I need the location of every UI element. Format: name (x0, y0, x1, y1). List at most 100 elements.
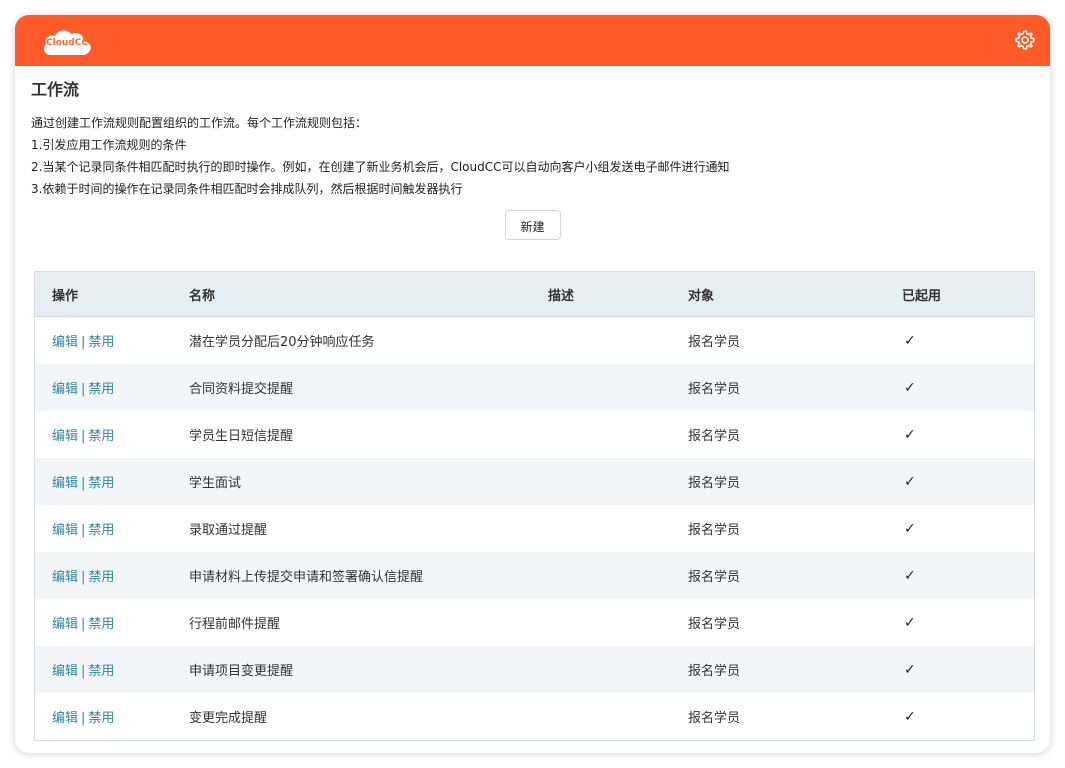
rule-object: 报名学员 (688, 382, 741, 397)
check-icon: ✓ (904, 426, 916, 443)
disable-link[interactable]: 禁用 (88, 382, 114, 397)
edit-link[interactable]: 编辑 (52, 617, 78, 632)
edit-link[interactable]: 编辑 (52, 476, 78, 491)
check-icon: ✓ (904, 614, 916, 631)
disable-link[interactable]: 禁用 (88, 570, 114, 585)
check-icon: ✓ (904, 708, 916, 725)
rule-object: 报名学员 (688, 476, 741, 491)
table-row: 编辑 | 禁用 录取通过提醒 报名学员 ✓ (35, 505, 1034, 552)
check-icon: ✓ (904, 661, 916, 678)
rule-object: 报名学员 (688, 617, 741, 632)
rule-object: 报名学员 (688, 664, 741, 679)
check-icon: ✓ (904, 473, 916, 490)
rule-name: 申请项目变更提醒 (189, 664, 294, 679)
column-header-actions[interactable]: 操作 (35, 285, 189, 304)
table-row: 编辑 | 禁用 学生面试 报名学员 ✓ (35, 458, 1034, 505)
disable-link[interactable]: 禁用 (88, 711, 114, 726)
cloudcc-logo[interactable]: CloudCC (41, 26, 93, 56)
description-item-2: 2.当某个记录同条件相匹配时执行的即时操作。例如，在创建了新业务机会后，Clou… (31, 160, 730, 174)
edit-link[interactable]: 编辑 (52, 523, 78, 538)
table-row: 编辑 | 禁用 行程前邮件提醒 报名学员 ✓ (35, 599, 1034, 646)
rule-enabled: ✓ (902, 333, 1034, 349)
action-separator: | (81, 382, 86, 397)
rule-object: 报名学员 (688, 570, 741, 585)
disable-link[interactable]: 禁用 (88, 664, 114, 679)
page-title: 工作流 (31, 80, 80, 99)
rule-object: 报名学员 (688, 335, 741, 350)
table-row: 编辑 | 禁用 申请材料上传提交申请和签署确认信提醒 报名学员 ✓ (35, 552, 1034, 599)
table-header: 操作 名称 描述 对象 已起用 (35, 272, 1034, 317)
description-intro: 通过创建工作流规则配置组织的工作流。每个工作流规则包括： (31, 116, 368, 130)
action-separator: | (81, 523, 86, 538)
table-row: 编辑 | 禁用 申请项目变更提醒 报名学员 ✓ (35, 646, 1034, 693)
logo-text: CloudCC (46, 38, 88, 48)
row-actions: 编辑 | 禁用 (35, 331, 189, 350)
rule-name: 合同资料提交提醒 (189, 382, 294, 397)
column-header-object[interactable]: 对象 (688, 285, 902, 304)
action-separator: | (81, 711, 86, 726)
rule-name: 学员生日短信提醒 (189, 429, 294, 444)
table-body: 编辑 | 禁用 潜在学员分配后20分钟响应任务 报名学员 ✓ 编辑 | 禁用 合同资料提… (35, 317, 1034, 740)
top-bar: CloudCC (15, 15, 1050, 66)
rule-object: 报名学员 (688, 429, 741, 444)
edit-link[interactable]: 编辑 (52, 711, 78, 726)
check-icon: ✓ (904, 332, 916, 349)
column-header-enabled[interactable]: 已起用 (902, 285, 1034, 304)
edit-link[interactable]: 编辑 (52, 382, 78, 397)
disable-link[interactable]: 禁用 (88, 335, 114, 350)
check-icon: ✓ (904, 379, 916, 396)
action-separator: | (81, 617, 86, 632)
edit-link[interactable]: 编辑 (52, 429, 78, 444)
disable-link[interactable]: 禁用 (88, 523, 114, 538)
disable-link[interactable]: 禁用 (88, 617, 114, 632)
edit-link[interactable]: 编辑 (52, 570, 78, 585)
rule-name: 录取通过提醒 (189, 523, 268, 538)
disable-link[interactable]: 禁用 (88, 429, 114, 444)
rule-enabled: ✓ (902, 662, 1034, 678)
rule-enabled: ✓ (902, 380, 1034, 396)
rule-name: 学生面试 (189, 476, 242, 491)
table-row: 编辑 | 禁用 合同资料提交提醒 报名学员 ✓ (35, 364, 1034, 411)
edit-link[interactable]: 编辑 (52, 335, 78, 350)
rule-object: 报名学员 (688, 711, 741, 726)
table-row: 编辑 | 禁用 潜在学员分配后20分钟响应任务 报名学员 ✓ (35, 317, 1034, 364)
action-separator: | (81, 570, 86, 585)
check-icon: ✓ (904, 567, 916, 584)
action-separator: | (81, 429, 86, 444)
rule-name: 行程前邮件提醒 (189, 617, 281, 632)
column-header-description[interactable]: 描述 (548, 285, 688, 304)
row-actions: 编辑 | 禁用 (35, 613, 189, 632)
table-row: 编辑 | 禁用 学员生日短信提醒 报名学员 ✓ (35, 411, 1034, 458)
rule-name: 申请材料上传提交申请和签署确认信提醒 (189, 570, 424, 585)
rule-enabled: ✓ (902, 474, 1034, 490)
rule-enabled: ✓ (902, 709, 1034, 725)
action-separator: | (81, 476, 86, 491)
table-row: 编辑 | 禁用 变更完成提醒 报名学员 ✓ (35, 693, 1034, 740)
check-icon: ✓ (904, 520, 916, 537)
rule-enabled: ✓ (902, 427, 1034, 443)
rule-enabled: ✓ (902, 615, 1034, 631)
action-separator: | (81, 335, 86, 350)
disable-link[interactable]: 禁用 (88, 476, 114, 491)
workflow-table: 操作 名称 描述 对象 已起用 编辑 | 禁用 潜在学员分配后20分钟响应任务 报名… (34, 271, 1035, 741)
row-actions: 编辑 | 禁用 (35, 472, 189, 491)
rule-object: 报名学员 (688, 523, 741, 538)
rule-name: 潜在学员分配后20分钟响应任务 (189, 335, 375, 350)
row-actions: 编辑 | 禁用 (35, 660, 189, 679)
action-separator: | (81, 664, 86, 679)
app-window: CloudCC 工作流 通过创建工作流规则配置组织的工作流。每个工作流规则包括：… (15, 15, 1050, 753)
description-item-3: 3.依赖于时间的操作在记录同条件相匹配时会排成队列，然后根据时间触发器执行 (31, 182, 463, 196)
row-actions: 编辑 | 禁用 (35, 519, 189, 538)
row-actions: 编辑 | 禁用 (35, 707, 189, 726)
rule-name: 变更完成提醒 (189, 711, 268, 726)
description-item-1: 1.引发应用工作流规则的条件 (31, 138, 187, 152)
new-button[interactable]: 新建 (504, 210, 561, 240)
row-actions: 编辑 | 禁用 (35, 566, 189, 585)
rule-enabled: ✓ (902, 568, 1034, 584)
row-actions: 编辑 | 禁用 (35, 378, 189, 397)
column-header-name[interactable]: 名称 (189, 285, 548, 304)
edit-link[interactable]: 编辑 (52, 664, 78, 679)
row-actions: 编辑 | 禁用 (35, 425, 189, 444)
rule-enabled: ✓ (902, 521, 1034, 537)
gear-icon[interactable] (1014, 29, 1036, 51)
